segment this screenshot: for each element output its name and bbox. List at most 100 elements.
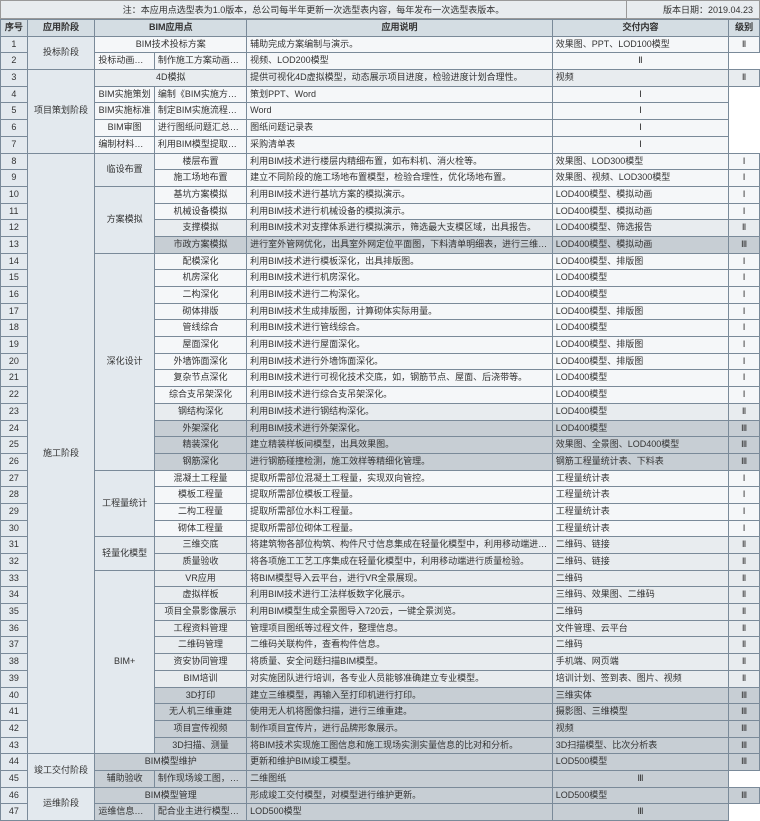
cell-deliver: LOD400模型 bbox=[552, 420, 728, 437]
cell-seq: 8 bbox=[1, 153, 28, 170]
cell-deliver: LOD400模型 bbox=[552, 387, 728, 404]
cell-desc: 进行图纸问题汇总，记录成果。 bbox=[154, 120, 246, 137]
cell-seq: 4 bbox=[1, 86, 28, 103]
cell-desc: 将建筑物各部位构筑、构件尺寸信息集成在轻量化模型中，利用移动端进行技术交底、施工… bbox=[247, 537, 553, 554]
cell-desc: 二维码关联构件，查看构件信息。 bbox=[247, 637, 553, 654]
table-row: 2投标动画演示制作施工方案动画，辅助投标方案演示。视频、LOD200模型Ⅱ bbox=[1, 53, 760, 70]
cell-level: Ⅰ bbox=[729, 487, 760, 504]
cell-point: 项目全景影像展示 bbox=[154, 604, 246, 621]
cell-substage: 轻量化模型 bbox=[95, 537, 154, 570]
cell-point: 二维码管理 bbox=[154, 637, 246, 654]
cell-seq: 14 bbox=[1, 253, 28, 270]
cell-desc: 利用BIM技术进行综合支吊架深化。 bbox=[247, 387, 553, 404]
cell-desc: 利用BIM技术进行可视化技术交底，如，钢筋节点、屋面、后浇带等。 bbox=[247, 370, 553, 387]
cell-deliver: 二维码、链接 bbox=[552, 537, 728, 554]
cell-seq: 21 bbox=[1, 370, 28, 387]
cell-seq: 7 bbox=[1, 136, 28, 153]
cell-deliver: LOD400模型、排版图 bbox=[552, 337, 728, 354]
cell-desc: 利用BIM技术进行二构深化。 bbox=[247, 287, 553, 304]
cell-seq: 36 bbox=[1, 620, 28, 637]
cell-seq: 30 bbox=[1, 520, 28, 537]
cell-level: Ⅰ bbox=[552, 136, 728, 153]
cell-seq: 22 bbox=[1, 387, 28, 404]
cell-desc: 利用BIM模型生成全景图导入720云，一键全景浏览。 bbox=[247, 604, 553, 621]
cell-deliver: 培训计划、签到表、图片、视频 bbox=[552, 670, 728, 687]
cell-desc: 利用BIM技术生成排版图，计算砌体实际用量。 bbox=[247, 303, 553, 320]
hdr-point: BIM应用点 bbox=[95, 20, 247, 37]
cell-seq: 12 bbox=[1, 220, 28, 237]
cell-seq: 2 bbox=[1, 53, 28, 70]
cell-seq: 35 bbox=[1, 604, 28, 621]
cell-point: 编制材料计划 bbox=[95, 136, 154, 153]
cell-deliver: 图纸问题记录表 bbox=[247, 120, 553, 137]
cell-desc: 提取所需部位水料工程量。 bbox=[247, 503, 553, 520]
cell-point: 机房深化 bbox=[154, 270, 246, 287]
table-row: 27工程量统计混凝土工程量提取所需部位混凝土工程量，实现双向管控。工程量统计表Ⅰ bbox=[1, 470, 760, 487]
cell-desc: 制作项目宣传片，进行品牌形象展示。 bbox=[247, 720, 553, 737]
cell-deliver: 效果图、PPT、LOD100模型 bbox=[552, 36, 728, 53]
cell-point: 混凝土工程量 bbox=[154, 470, 246, 487]
cell-point: 钢结构深化 bbox=[154, 403, 246, 420]
cell-level: Ⅱ bbox=[729, 537, 760, 554]
cell-point: 工程资料管理 bbox=[154, 620, 246, 637]
cell-desc: 更新和维护BIM竣工模型。 bbox=[247, 754, 553, 771]
cell-deliver: 二维码 bbox=[552, 604, 728, 621]
cell-desc: 利用BIM技术进行机房深化。 bbox=[247, 270, 553, 287]
cell-level: Ⅲ bbox=[729, 420, 760, 437]
cell-deliver: 三维码、效果图、二维码 bbox=[552, 587, 728, 604]
cell-deliver: 视频 bbox=[552, 720, 728, 737]
table-row: 3项目策划阶段4D模拟提供可视化4D虚拟模型，动态展示项目进度，检验进度计划合理… bbox=[1, 70, 760, 87]
cell-seq: 39 bbox=[1, 670, 28, 687]
cell-point: 复杂节点深化 bbox=[154, 370, 246, 387]
cell-level: Ⅲ bbox=[552, 770, 728, 787]
cell-deliver: LOD500模型 bbox=[247, 804, 553, 821]
cell-level: Ⅱ bbox=[729, 670, 760, 687]
cell-deliver: 二维码、链接 bbox=[552, 554, 728, 571]
cell-desc: 将BIM模型导入云平台，进行VR全景展现。 bbox=[247, 570, 553, 587]
cell-deliver: 文件管理、云平台 bbox=[552, 620, 728, 637]
cell-seq: 10 bbox=[1, 186, 28, 203]
cell-point: 3D扫描、测量 bbox=[154, 737, 246, 754]
table-row: 44竣工交付阶段BIM模型维护更新和维护BIM竣工模型。LOD500模型Ⅲ bbox=[1, 754, 760, 771]
cell-desc: 提取所需部位混凝土工程量，实现双向管控。 bbox=[247, 470, 553, 487]
cell-level: Ⅱ bbox=[729, 36, 760, 53]
cell-level: Ⅰ bbox=[552, 120, 728, 137]
cell-deliver: 工程量统计表 bbox=[552, 487, 728, 504]
cell-point: VR应用 bbox=[154, 570, 246, 587]
cell-deliver: 视频 bbox=[552, 70, 728, 87]
cell-level: Ⅲ bbox=[729, 720, 760, 737]
cell-desc: 进行室外管网优化，出具室外网定位平面图，下料清单明细表，进行三维可视化交底。 bbox=[247, 236, 553, 253]
cell-desc: 制定BIM实施流程与标准，统一标准和要求。 bbox=[154, 103, 246, 120]
cell-level: Ⅰ bbox=[729, 470, 760, 487]
cell-desc: 建立精装样板间模型，出具效果图。 bbox=[247, 437, 553, 454]
cell-seq: 45 bbox=[1, 770, 28, 787]
cell-seq: 15 bbox=[1, 270, 28, 287]
cell-point: 综合支吊架深化 bbox=[154, 387, 246, 404]
table-row: 6BIM审图进行图纸问题汇总，记录成果。图纸问题记录表Ⅰ bbox=[1, 120, 760, 137]
cell-deliver: Word bbox=[247, 103, 553, 120]
cell-level: Ⅲ bbox=[729, 453, 760, 470]
cell-point: BIM实施策划 bbox=[95, 86, 154, 103]
table-row: 14深化设计配模深化利用BIM技术进行模板深化，出具排版图。LOD400模型、排… bbox=[1, 253, 760, 270]
cell-deliver: 采购清单表 bbox=[247, 136, 553, 153]
cell-deliver: 二维码 bbox=[552, 637, 728, 654]
cell-deliver: 效果图、LOD300模型 bbox=[552, 153, 728, 170]
hdr-seq: 序号 bbox=[1, 20, 28, 37]
cell-level: Ⅲ bbox=[729, 236, 760, 253]
cell-deliver: 三维实体 bbox=[552, 687, 728, 704]
cell-point: 资安协同管理 bbox=[154, 654, 246, 671]
cell-stage: 项目策划阶段 bbox=[27, 70, 95, 153]
cell-seq: 3 bbox=[1, 70, 28, 87]
cell-level: Ⅲ bbox=[729, 687, 760, 704]
cell-point: BIM模型管理 bbox=[95, 787, 247, 804]
cell-desc: 利用BIM技术进行基坑方案的模拟演示。 bbox=[247, 186, 553, 203]
cell-desc: 编制《BIM实施方案》，有明确的组织机构与团队成员。 bbox=[154, 86, 246, 103]
cell-desc: 利用BIM模型提取材料用量，制定材料控制量与节点，编制材料采购计划。 bbox=[154, 136, 246, 153]
cell-deliver: LOD400模型、排版图 bbox=[552, 303, 728, 320]
cell-level: Ⅱ bbox=[729, 570, 760, 587]
cell-point: 精装深化 bbox=[154, 437, 246, 454]
cell-seq: 1 bbox=[1, 36, 28, 53]
cell-deliver: 工程量统计表 bbox=[552, 503, 728, 520]
table-row: 31轻量化模型三维交底将建筑物各部位构筑、构件尺寸信息集成在轻量化模型中，利用移… bbox=[1, 537, 760, 554]
cell-point: 外架深化 bbox=[154, 420, 246, 437]
